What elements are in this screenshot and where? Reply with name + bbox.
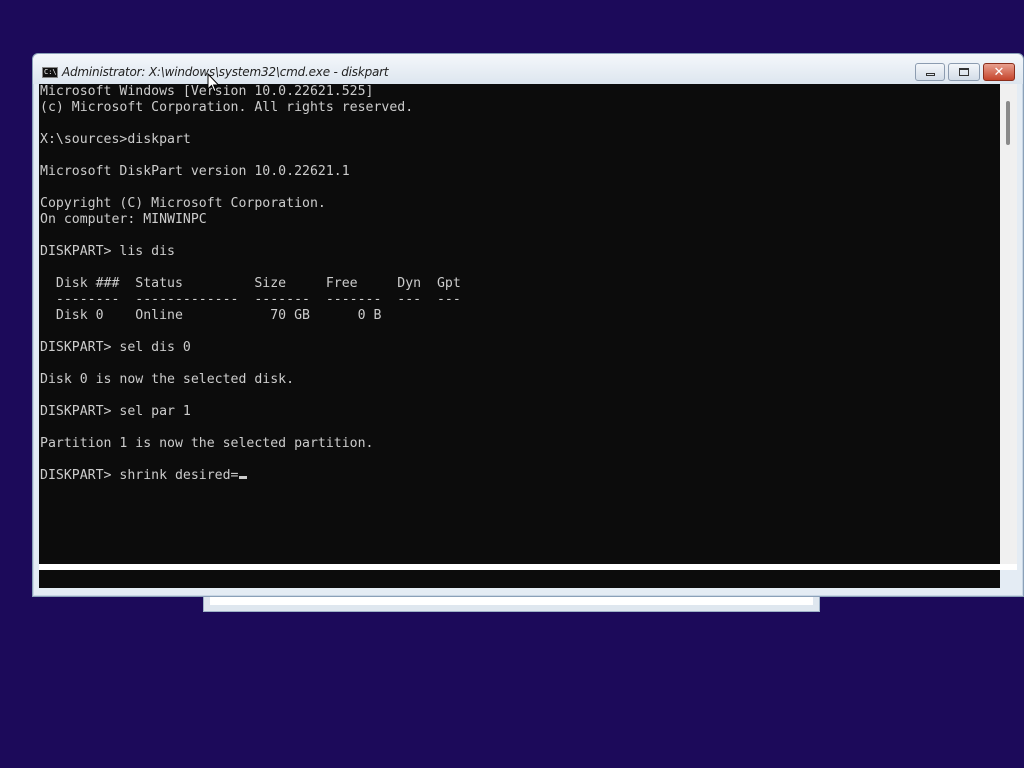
console-line: Disk 0 is now the selected disk. (40, 372, 295, 387)
console-text: Microsoft Windows [Version 10.0.22621.52… (39, 84, 1000, 468)
console-output[interactable]: Microsoft Windows [Version 10.0.22621.52… (39, 84, 1000, 564)
minimize-button[interactable] (915, 63, 945, 81)
console-line: Microsoft DiskPart version 10.0.22621.1 (40, 164, 350, 179)
maximize-icon (959, 68, 969, 76)
console-line: Partition 1 is now the selected partitio… (40, 436, 374, 451)
mouse-pointer-icon (207, 73, 220, 93)
console-input-line[interactable]: DISKPART> shrink desired= (39, 468, 1000, 484)
console-line: X:\sources>diskpart (40, 132, 191, 147)
scrollbar-corner (1000, 570, 1017, 588)
console-line: Copyright (C) Microsoft Corporation. (40, 196, 326, 211)
window-title: Administrator: X:\windows\system32\cmd.e… (62, 65, 389, 79)
minimize-icon (925, 73, 935, 76)
console-line: Disk ### Status Size Free Dyn Gpt (40, 276, 461, 291)
cmd-window: C:\ Administrator: X:\windows\system32\c… (32, 53, 1024, 597)
console-line: -------- ------------- ------- ------- -… (40, 292, 461, 307)
text-cursor (238, 476, 247, 479)
close-button[interactable]: ✕ (983, 63, 1015, 81)
title-bar[interactable]: C:\ Administrator: X:\windows\system32\c… (33, 54, 1023, 84)
command-prompt-input[interactable]: DISKPART> shrink desired= (40, 468, 239, 483)
console-line: Disk 0 Online 70 GB 0 B (40, 308, 382, 323)
scrollbar-thumb[interactable] (1006, 101, 1010, 145)
horizontal-scrollbar[interactable] (39, 570, 1000, 588)
maximize-button[interactable] (948, 63, 980, 81)
vertical-scrollbar[interactable] (1000, 84, 1017, 564)
console-line: DISKPART> sel par 1 (40, 404, 191, 419)
cmd-icon[interactable]: C:\ (42, 67, 58, 78)
console-line: (c) Microsoft Corporation. All rights re… (40, 100, 414, 115)
console-line: DISKPART> lis dis (40, 244, 175, 259)
console-line: On computer: MINWINPC (40, 212, 207, 227)
close-icon: ✕ (993, 64, 1005, 80)
console-line: DISKPART> sel dis 0 (40, 340, 191, 355)
